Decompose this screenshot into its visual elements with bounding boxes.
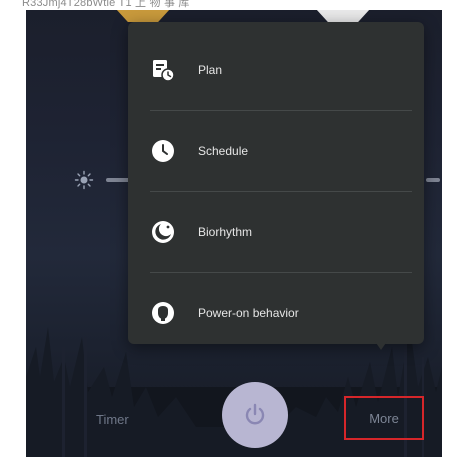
menu-item-label: Schedule xyxy=(198,144,249,158)
plan-icon xyxy=(150,57,176,83)
power-icon xyxy=(245,403,265,425)
brightness-slider-track[interactable] xyxy=(106,178,130,182)
power-on-behavior-icon xyxy=(150,300,176,326)
timer-tab[interactable]: Timer xyxy=(96,412,129,427)
brightness-slider-end[interactable] xyxy=(426,178,440,182)
mode-button-white[interactable] xyxy=(316,10,370,22)
menu-item-plan[interactable]: Plan xyxy=(128,30,424,110)
menu-item-schedule[interactable]: Schedule xyxy=(128,111,424,191)
image-caption: R33Jmj4T28bWtle T1 上 物 事 库 xyxy=(22,0,190,9)
more-menu-popup: Plan Schedule Biorhythm Power-on behavio… xyxy=(128,22,424,344)
biorhythm-icon xyxy=(150,219,176,245)
menu-item-biorhythm[interactable]: Biorhythm xyxy=(128,192,424,272)
menu-item-label: Power-on behavior xyxy=(198,306,299,320)
clock-icon xyxy=(150,138,176,164)
menu-item-label: Plan xyxy=(198,63,223,77)
app-screen: Plan Schedule Biorhythm Power-on behavio… xyxy=(26,10,442,457)
menu-item-label: Biorhythm xyxy=(198,225,253,239)
more-button[interactable]: More xyxy=(344,396,424,440)
mode-button-amber[interactable] xyxy=(116,10,170,22)
more-button-label: More xyxy=(369,410,399,426)
sun-icon xyxy=(74,170,94,190)
power-button[interactable] xyxy=(222,382,288,448)
